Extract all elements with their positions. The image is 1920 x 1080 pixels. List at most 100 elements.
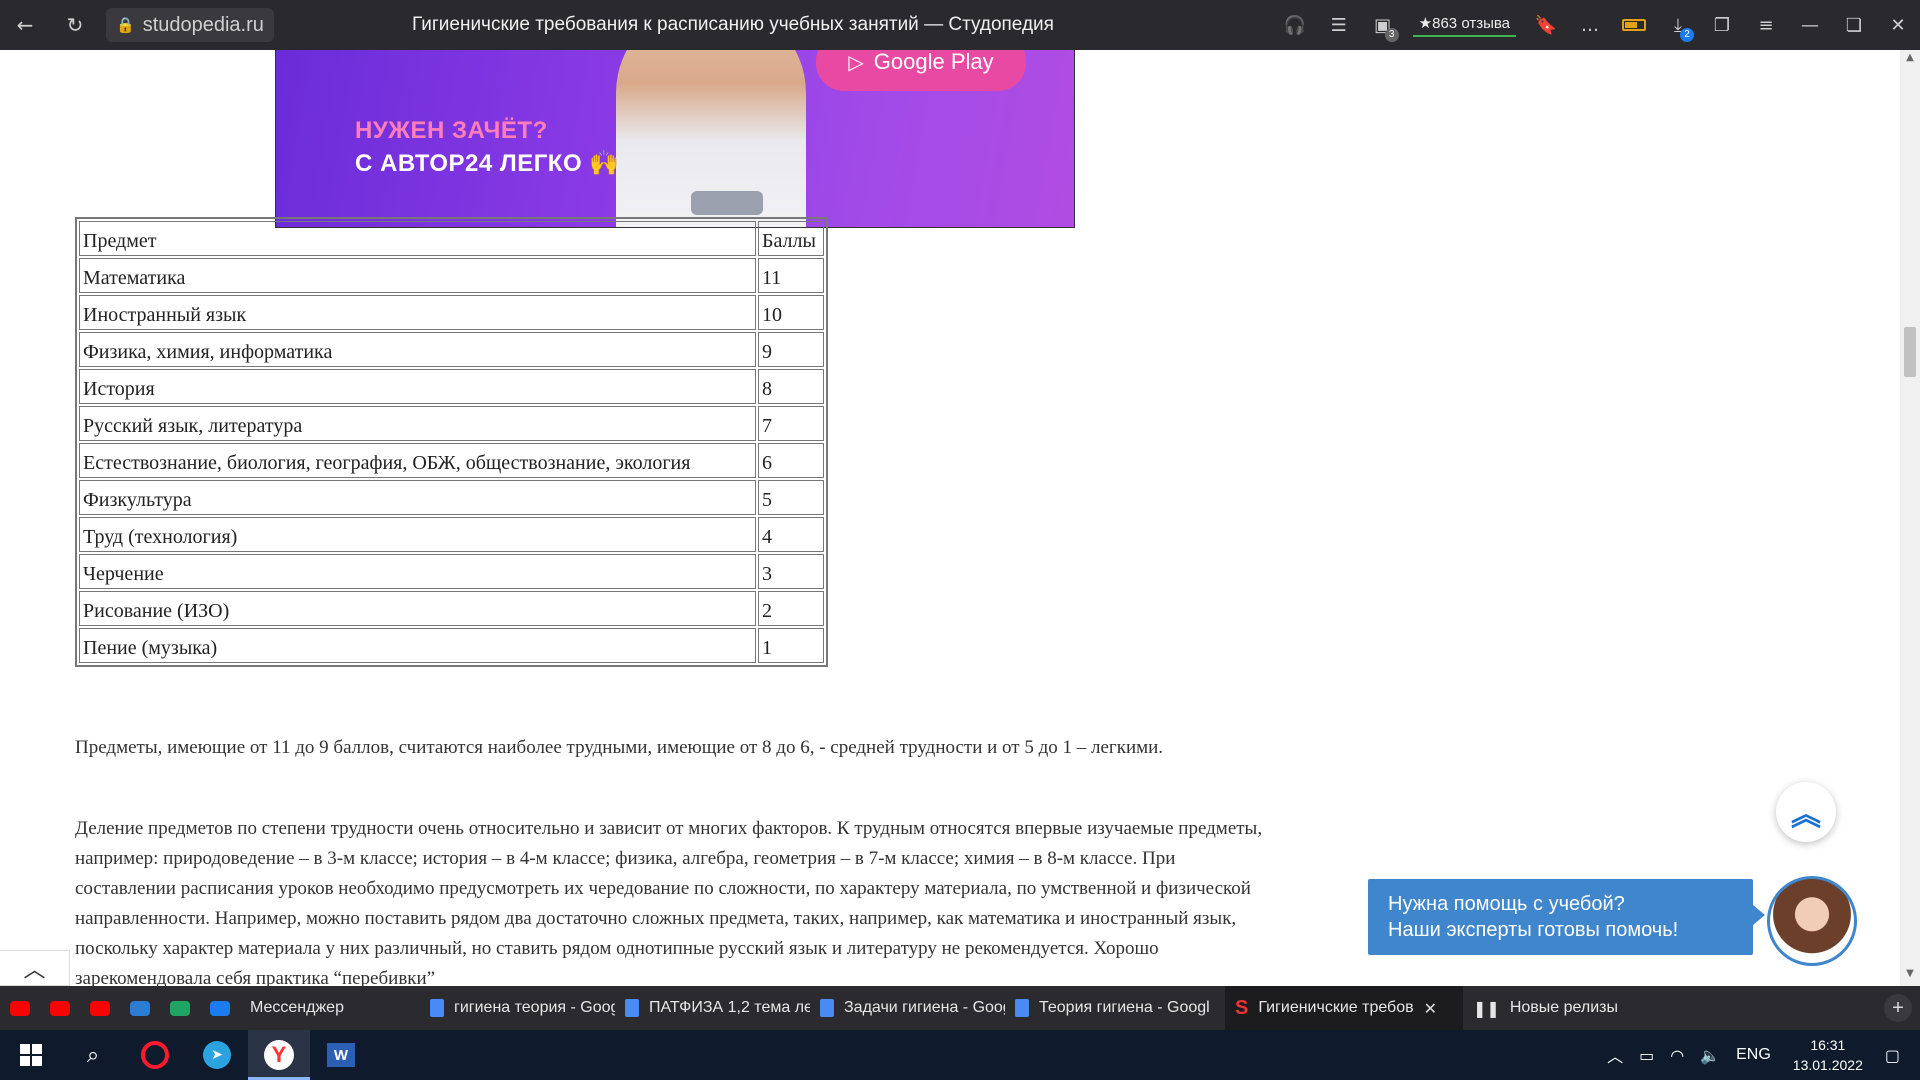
notifications-icon[interactable]: ▢ [1877,1046,1920,1065]
score-cell: 2 [758,591,824,626]
mail-icon[interactable] [120,986,160,1030]
scroll-up-arrow-icon[interactable]: ▲ [1900,52,1920,68]
google-play-label: Google Play [873,50,994,74]
tray-chevron-up-icon[interactable]: ︿ [1599,1043,1631,1067]
table-row: Иностранный язык 10 [79,295,824,330]
table-row: Физкультура 5 [79,480,824,515]
table-header-row: Предмет Баллы [79,221,824,256]
tab-hygiene-theory[interactable]: гигиена теория - Google [420,986,615,1030]
sheets-icon[interactable] [160,986,200,1030]
banner-headline: НУЖЕН ЗАЧЁТ? [355,117,548,144]
ad-banner[interactable]: ▷ Google Play НУЖЕН ЗАЧЁТ? С АВТОР24 ЛЕГ… [275,50,1075,228]
reviews-badge[interactable]: ★863 отзыва [1412,13,1516,37]
youtube-icon[interactable] [0,986,40,1030]
language-indicator[interactable]: ENG [1728,1046,1779,1064]
score-cell: 4 [758,517,824,552]
bookmark-icon[interactable]: 🔖 [1524,0,1568,50]
subject-cell: Физика, химия, информатика [79,332,756,367]
google-play-button[interactable]: ▷ Google Play [816,50,1026,91]
table-row: История 8 [79,369,824,404]
help-line-2: Наши эксперты готовы помочь! [1388,919,1679,941]
page-content: ▷ Google Play НУЖЕН ЗАЧЁТ? С АВТОР24 ЛЕГ… [0,50,1900,986]
headphones-icon[interactable]: 🎧 [1273,0,1317,50]
tab-hygiene-tasks[interactable]: Задачи гигиена - Google [810,986,1005,1030]
windows-taskbar: ⌕ ➤ Y W ︿ ▭ ◠ 🔈 ENG 16:31 13.01.2022 ▢ [0,1030,1920,1080]
battery-icon[interactable] [1612,0,1656,50]
tab-messenger[interactable]: Мессенджер [240,986,420,1030]
subject-cell: Физкультура [79,480,756,515]
table-row: Математика 11 [79,258,824,293]
subject-cell: Пение (музыка) [79,628,756,663]
toolbar-right: 🎧 ☰ ▣ 3 ★863 отзыва 🔖 … ⤓ 2 ❐ ≡ — ❏ ✕ [1273,0,1920,50]
table-row: Рисование (ИЗО) 2 [79,591,824,626]
subject-cell: История [79,369,756,404]
browser-toolbar: ← ↻ 🔒 studopedia.ru Гигиеничские требова… [0,0,1920,50]
table-row: Пение (музыка) 1 [79,628,824,663]
yandex-browser-icon[interactable]: Y [248,1030,310,1080]
collapse-button[interactable]: ︿ [0,950,70,986]
tab-new-releases[interactable]: ❚❚ Новые релизы [1463,986,1663,1030]
more-icon[interactable]: … [1568,0,1612,50]
vertical-scrollbar[interactable]: ▲ ▼ [1900,50,1920,986]
tab-hygiene-theory-2[interactable]: Теория гигиена - Googl [1005,986,1225,1030]
score-cell: 10 [758,295,824,330]
minimize-icon[interactable]: — [1788,0,1832,50]
header-score: Баллы [758,221,824,256]
subject-cell: Рисование (ИЗО) [79,591,756,626]
downloads-icon[interactable]: ⤓ 2 [1656,0,1700,50]
scroll-to-top-button[interactable]: ︽ [1776,782,1836,842]
score-cell: 8 [758,369,824,404]
lock-icon: 🔒 [116,16,135,34]
restore-icon[interactable]: ❏ [1832,0,1876,50]
telegram-icon[interactable]: ➤ [186,1030,248,1080]
youtube-icon[interactable] [80,986,120,1030]
page-title: Гигиеничские требования к расписанию уче… [412,14,1054,35]
google-doc-icon [1015,999,1029,1017]
subject-cell: Черчение [79,554,756,589]
windows-start-icon[interactable] [0,1030,62,1080]
tab-label: гигиена теория - Google [454,999,615,1016]
back-arrow-icon[interactable]: ← [0,0,50,50]
new-tab-button[interactable]: + [1884,994,1912,1022]
close-icon[interactable]: ✕ [1876,0,1920,50]
extensions-badge: 3 [1384,28,1399,42]
subject-cell: Труд (технология) [79,517,756,552]
word-icon[interactable]: W [310,1030,372,1080]
subject-cell: Русский язык, литература [79,406,756,441]
banner-subline: С АВТОР24 ЛЕГКО 🙌 [355,150,620,177]
search-icon[interactable]: ⌕ [62,1030,124,1080]
system-tray: ︿ ▭ ◠ 🔈 ENG 16:31 13.01.2022 ▢ [1599,1030,1920,1080]
table-row: Труд (технология) 4 [79,517,824,552]
address-bar[interactable]: 🔒 studopedia.ru [106,8,274,42]
clock[interactable]: 16:31 13.01.2022 [1779,1035,1877,1075]
youtube-icon[interactable] [40,986,80,1030]
clock-time: 16:31 [1810,1037,1846,1053]
score-cell: 11 [758,258,824,293]
subject-cell: Естествознание, биология, география, ОБЖ… [79,443,756,478]
subject-difficulty-table: Предмет Баллы Математика 11 Иностранный я… [75,217,828,667]
table-row: Естествознание, биология, география, ОБЖ… [79,443,824,478]
help-chat-bubble[interactable]: Нужна помощь с учебой? Наши эксперты гот… [1368,879,1765,955]
subject-cell: Математика [79,258,756,293]
extensions-icon[interactable]: ▣ 3 [1361,0,1405,50]
reload-icon[interactable]: ↻ [50,0,100,50]
opera-icon[interactable] [124,1030,186,1080]
menu-icon[interactable]: ≡ [1744,0,1788,50]
scroll-down-arrow-icon[interactable]: ▼ [1900,968,1920,984]
table-row: Черчение 3 [79,554,824,589]
expert-avatar[interactable] [1767,876,1857,966]
table-row: Физика, химия, информатика 9 [79,332,824,367]
scrollbar-thumb[interactable] [1904,327,1916,377]
tab-close-icon[interactable]: ✕ [1424,999,1437,1018]
tab-label: Новые релизы [1509,999,1618,1016]
tab-pathophysiology[interactable]: ПАТФИЗА 1,2 тема лекц [615,986,810,1030]
table-row: Русский язык, литература 7 [79,406,824,441]
google-doc-icon [820,999,834,1017]
battery-tray-icon[interactable]: ▭ [1631,1046,1662,1065]
tab-studopedia-active[interactable]: S Гигиеничские требов ✕ [1225,986,1463,1030]
volume-icon[interactable]: 🔈 [1692,1046,1728,1065]
wifi-icon[interactable]: ◠ [1662,1046,1692,1065]
collections-icon[interactable]: ❐ [1700,0,1744,50]
reader-mode-icon[interactable]: ☰ [1317,0,1361,50]
chat-icon[interactable] [200,986,240,1030]
